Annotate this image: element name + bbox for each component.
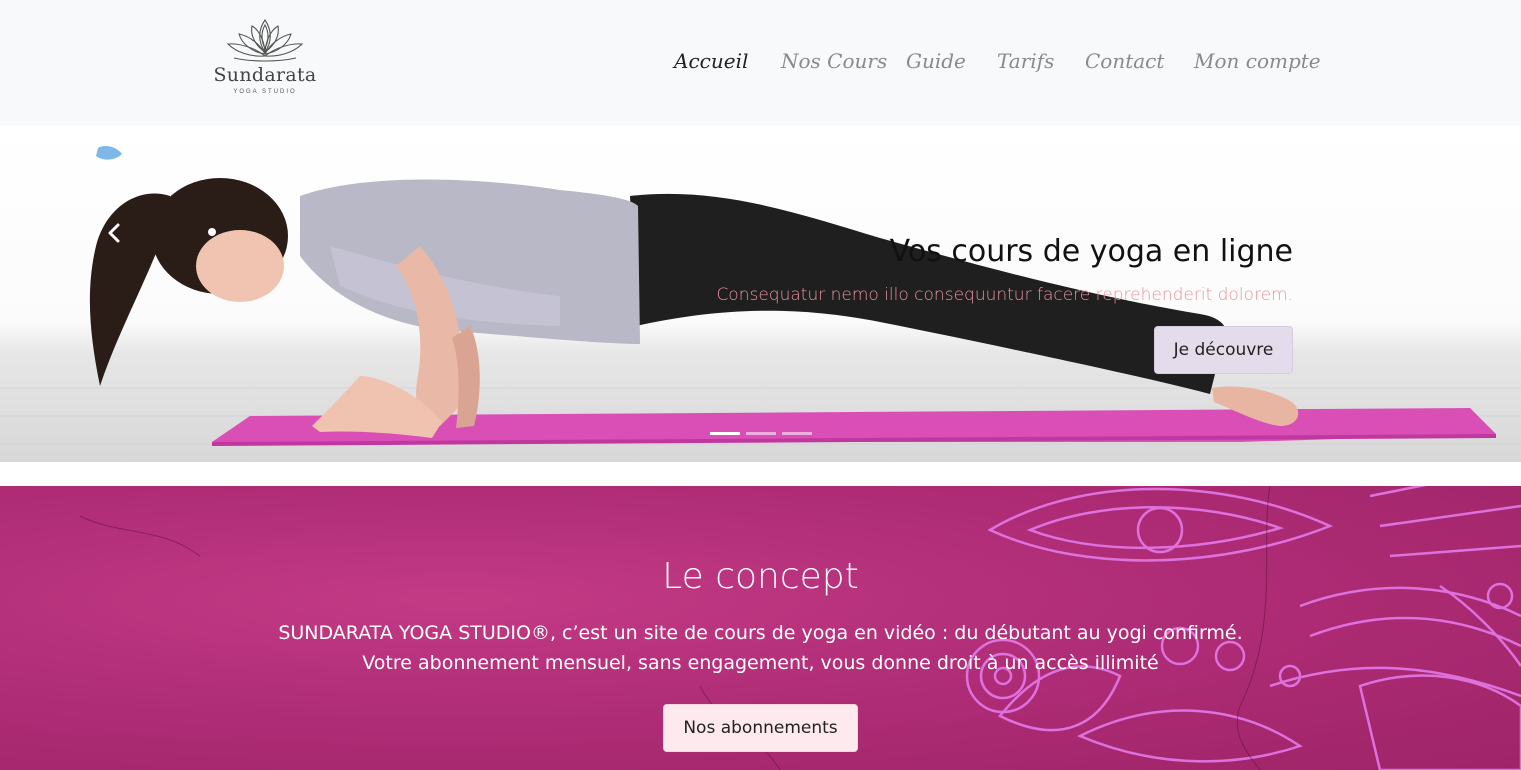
concept-line-1: SUNDARATA YOGA STUDIO®, c’est un site de… [278,622,1243,644]
nav-item-tarifs[interactable]: Tarifs [997,49,1054,73]
nav-item-contact[interactable]: Contact [1085,49,1164,73]
nav-item-accueil[interactable]: Accueil [674,49,748,73]
nav-item-guide[interactable]: Guide [906,49,966,73]
carousel-prev-button[interactable] [100,218,130,248]
concept-title: Le concept [662,556,859,597]
lotus-icon [226,19,304,62]
carousel-indicator-3[interactable] [782,432,812,435]
concept-description: SUNDARATA YOGA STUDIO®, c’est un site de… [0,618,1521,678]
site-header: Sundarata YOGA STUDIO Accueil Nos Cours … [0,0,1521,126]
concept-section: Le concept SUNDARATA YOGA STUDIO®, c’est… [0,486,1521,770]
discover-button[interactable]: Je découvre [1154,326,1293,374]
nav-item-mon-compte[interactable]: Mon compte [1194,49,1321,73]
chevron-left-icon [108,223,120,243]
carousel-indicator-2[interactable] [746,432,776,435]
carousel-indicator-1[interactable] [710,432,740,435]
nav-item-nos-cours[interactable]: Nos Cours [781,49,887,73]
hero-carousel: Vos cours de yoga en ligne Consequatur n… [0,126,1521,462]
brand-logo[interactable]: Sundarata YOGA STUDIO [212,16,318,100]
subscriptions-button[interactable]: Nos abonnements [663,704,858,752]
brand-name: Sundarata [213,64,317,86]
hero-subtitle: Consequatur nemo illo consequuntur facer… [716,285,1293,305]
concept-line-2: Votre abonnement mensuel, sans engagemen… [362,652,1159,674]
brand-tagline: YOGA STUDIO [233,89,297,95]
hero-title: Vos cours de yoga en ligne [889,234,1293,269]
